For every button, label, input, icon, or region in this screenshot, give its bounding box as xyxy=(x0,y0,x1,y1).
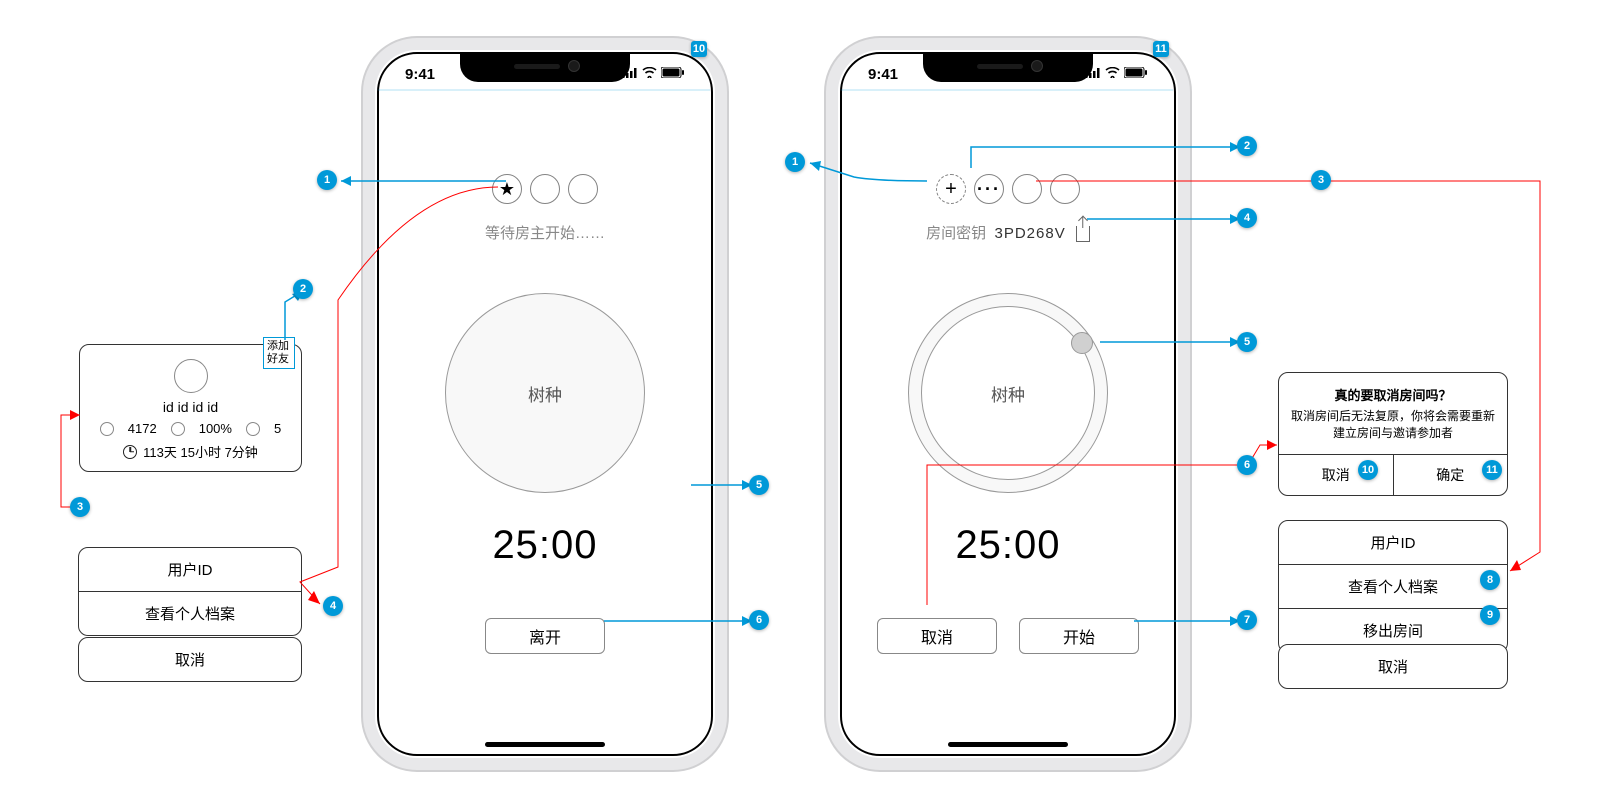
anno-badge: 8 xyxy=(1480,570,1500,590)
stat-icon xyxy=(171,422,185,436)
anno-badge: 9 xyxy=(1480,605,1500,625)
anno-badge: 6 xyxy=(1237,455,1257,475)
overflow-avatar[interactable]: ··· xyxy=(974,174,1004,204)
stat-row: 4172 100% 5 xyxy=(80,421,301,436)
anno-badge: 3 xyxy=(70,497,90,517)
dialog-body: 取消房间后无法复原，你将会需要重新建立房间与邀请参加者 xyxy=(1279,408,1507,454)
view-profile-item[interactable]: 查看个人档案 xyxy=(79,592,301,635)
avatar-owner[interactable]: ★ xyxy=(492,174,522,204)
tree-label: 树种 xyxy=(991,381,1025,406)
anno-badge: 1 xyxy=(317,170,337,190)
room-key-label: 房间密钥 xyxy=(926,225,986,242)
home-indicator[interactable] xyxy=(948,742,1068,747)
dial-knob[interactable] xyxy=(1071,332,1093,354)
tree-label: 树种 xyxy=(528,381,562,406)
room-key-value: 3PD268V xyxy=(994,225,1065,242)
phone-frame-2: 9:41 + ··· 房间密钥 3PD268V xyxy=(826,38,1190,770)
anno-badge: 11 xyxy=(1482,460,1502,480)
frame-badge-10: 10 xyxy=(691,41,707,57)
avatar xyxy=(174,359,208,393)
anno-badge: 4 xyxy=(323,596,343,616)
avatar-slot[interactable] xyxy=(1012,174,1042,204)
stat-icon xyxy=(246,422,260,436)
avatars-row: ★ xyxy=(379,174,711,204)
tree-selector[interactable]: 树种 xyxy=(445,293,645,493)
anno-badge: 1 xyxy=(785,152,805,172)
tree-timer-dial[interactable]: 树种 xyxy=(908,293,1108,493)
user-id-line: id id id id xyxy=(80,399,301,415)
user-menu: 用户ID 查看个人档案 xyxy=(78,547,302,636)
stat-icon xyxy=(100,422,114,436)
anno-badge: 7 xyxy=(1237,610,1257,630)
anno-badge: 2 xyxy=(1237,136,1257,156)
frame-badge-11: 11 xyxy=(1153,41,1169,57)
phone-frame-1: 9:41 ★ 等待房主开始…… 树种 xyxy=(363,38,727,770)
cancel-room-dialog: 真的要取消房间吗？ 取消房间后无法复原，你将会需要重新建立房间与邀请参加者 取消… xyxy=(1278,372,1508,496)
total-time-row: 113天 15小时 7分钟 xyxy=(80,442,301,471)
add-friend-label[interactable]: 添加好友 xyxy=(263,337,295,369)
wait-text: 等待房主开始…… xyxy=(379,222,711,243)
member-menu-cancel[interactable]: 取消 xyxy=(1278,644,1508,689)
start-button[interactable]: 开始 xyxy=(1019,618,1139,654)
timer-display: 25:00 xyxy=(379,523,711,568)
anno-badge: 3 xyxy=(1311,170,1331,190)
cancel-button[interactable]: 取消 xyxy=(877,618,997,654)
anno-badge: 2 xyxy=(293,279,313,299)
status-time: 9:41 xyxy=(868,66,898,83)
member-menu: 用户ID 查看个人档案 移出房间 xyxy=(1278,520,1508,653)
view-profile-item[interactable]: 查看个人档案 xyxy=(1279,565,1507,609)
add-member-button[interactable]: + xyxy=(936,174,966,204)
timer-display: 25:00 xyxy=(842,523,1174,568)
wifi-icon xyxy=(642,67,657,81)
notch xyxy=(923,54,1093,82)
leave-button[interactable]: 离开 xyxy=(485,618,605,654)
share-icon[interactable] xyxy=(1076,226,1090,242)
avatar-slot[interactable] xyxy=(1050,174,1080,204)
avatar-slot[interactable] xyxy=(530,174,560,204)
home-indicator[interactable] xyxy=(485,742,605,747)
anno-badge: 10 xyxy=(1358,460,1378,480)
avatar-slot[interactable] xyxy=(568,174,598,204)
dots-icon: ··· xyxy=(977,179,1001,200)
menu-title: 用户ID xyxy=(1279,521,1507,565)
user-menu-cancel[interactable]: 取消 xyxy=(78,637,302,682)
clock-icon xyxy=(123,445,137,459)
anno-badge: 5 xyxy=(1237,332,1257,352)
battery-icon xyxy=(1124,67,1148,81)
anno-badge: 5 xyxy=(749,475,769,495)
room-key-row: 房间密钥 3PD268V xyxy=(842,222,1174,243)
star-icon: ★ xyxy=(499,179,515,200)
anno-badge: 6 xyxy=(749,610,769,630)
notch xyxy=(460,54,630,82)
dialog-title: 真的要取消房间吗？ xyxy=(1279,373,1507,408)
wifi-icon xyxy=(1105,67,1120,81)
battery-icon xyxy=(661,67,685,81)
anno-badge: 4 xyxy=(1237,208,1257,228)
status-time: 9:41 xyxy=(405,66,435,83)
menu-title: 用户ID xyxy=(79,548,301,592)
plus-icon: + xyxy=(945,179,957,199)
avatars-row: + ··· xyxy=(842,174,1174,204)
